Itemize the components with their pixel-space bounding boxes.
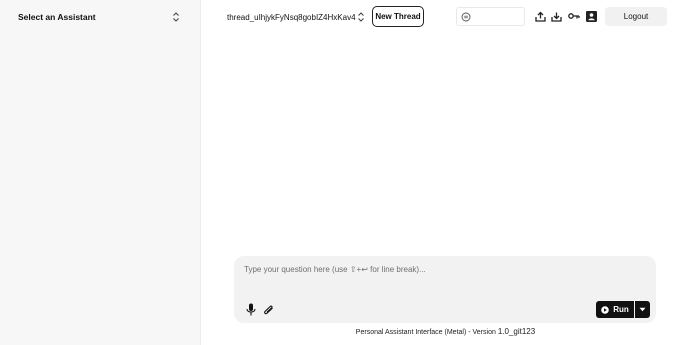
search-icon <box>461 12 471 21</box>
download-icon <box>550 12 562 22</box>
upload-icon <box>534 11 546 22</box>
voice-input-button[interactable] <box>245 303 257 316</box>
thread-select-value: thread_uIhjykFyNsq8gobIZ4HxKav4 <box>227 12 356 22</box>
user-icon <box>585 10 597 22</box>
message-composer: Run <box>234 256 656 323</box>
paperclip-icon <box>264 305 273 314</box>
footer-text: Personal Assistant Interface (Metal) - V… <box>355 329 496 336</box>
key-icon <box>568 13 580 19</box>
upload-button[interactable] <box>533 9 547 23</box>
play-icon <box>601 305 610 314</box>
run-button[interactable]: Run <box>596 301 634 318</box>
run-options-button[interactable] <box>635 301 650 318</box>
caret-down-icon <box>639 307 646 312</box>
api-key-button[interactable] <box>567 9 581 23</box>
microphone-icon <box>246 303 256 316</box>
chevron-up-down-icon <box>358 12 364 22</box>
sidebar: Select an Assistant <box>0 0 201 345</box>
assistant-select-label: Select an Assistant <box>18 12 96 22</box>
attach-file-button[interactable] <box>263 303 275 316</box>
download-button[interactable] <box>549 9 563 23</box>
profile-button[interactable] <box>584 9 598 23</box>
app-footer: Personal Assistant Interface (Metal) - V… <box>201 327 690 336</box>
search-box[interactable] <box>456 7 525 26</box>
version-label: 1.0_git123 <box>497 327 536 336</box>
run-button-label: Run <box>613 305 629 314</box>
assistant-select[interactable]: Select an Assistant <box>10 7 186 27</box>
new-thread-button[interactable]: New Thread <box>372 6 424 27</box>
logout-button[interactable]: Logout <box>605 7 667 26</box>
chevron-up-down-icon <box>173 12 179 22</box>
thread-select[interactable]: thread_uIhjykFyNsq8gobIZ4HxKav4 <box>227 7 365 27</box>
topbar: thread_uIhjykFyNsq8gobIZ4HxKav4 New Thre… <box>201 0 690 34</box>
search-input[interactable] <box>474 9 524 24</box>
question-input[interactable] <box>244 265 644 283</box>
